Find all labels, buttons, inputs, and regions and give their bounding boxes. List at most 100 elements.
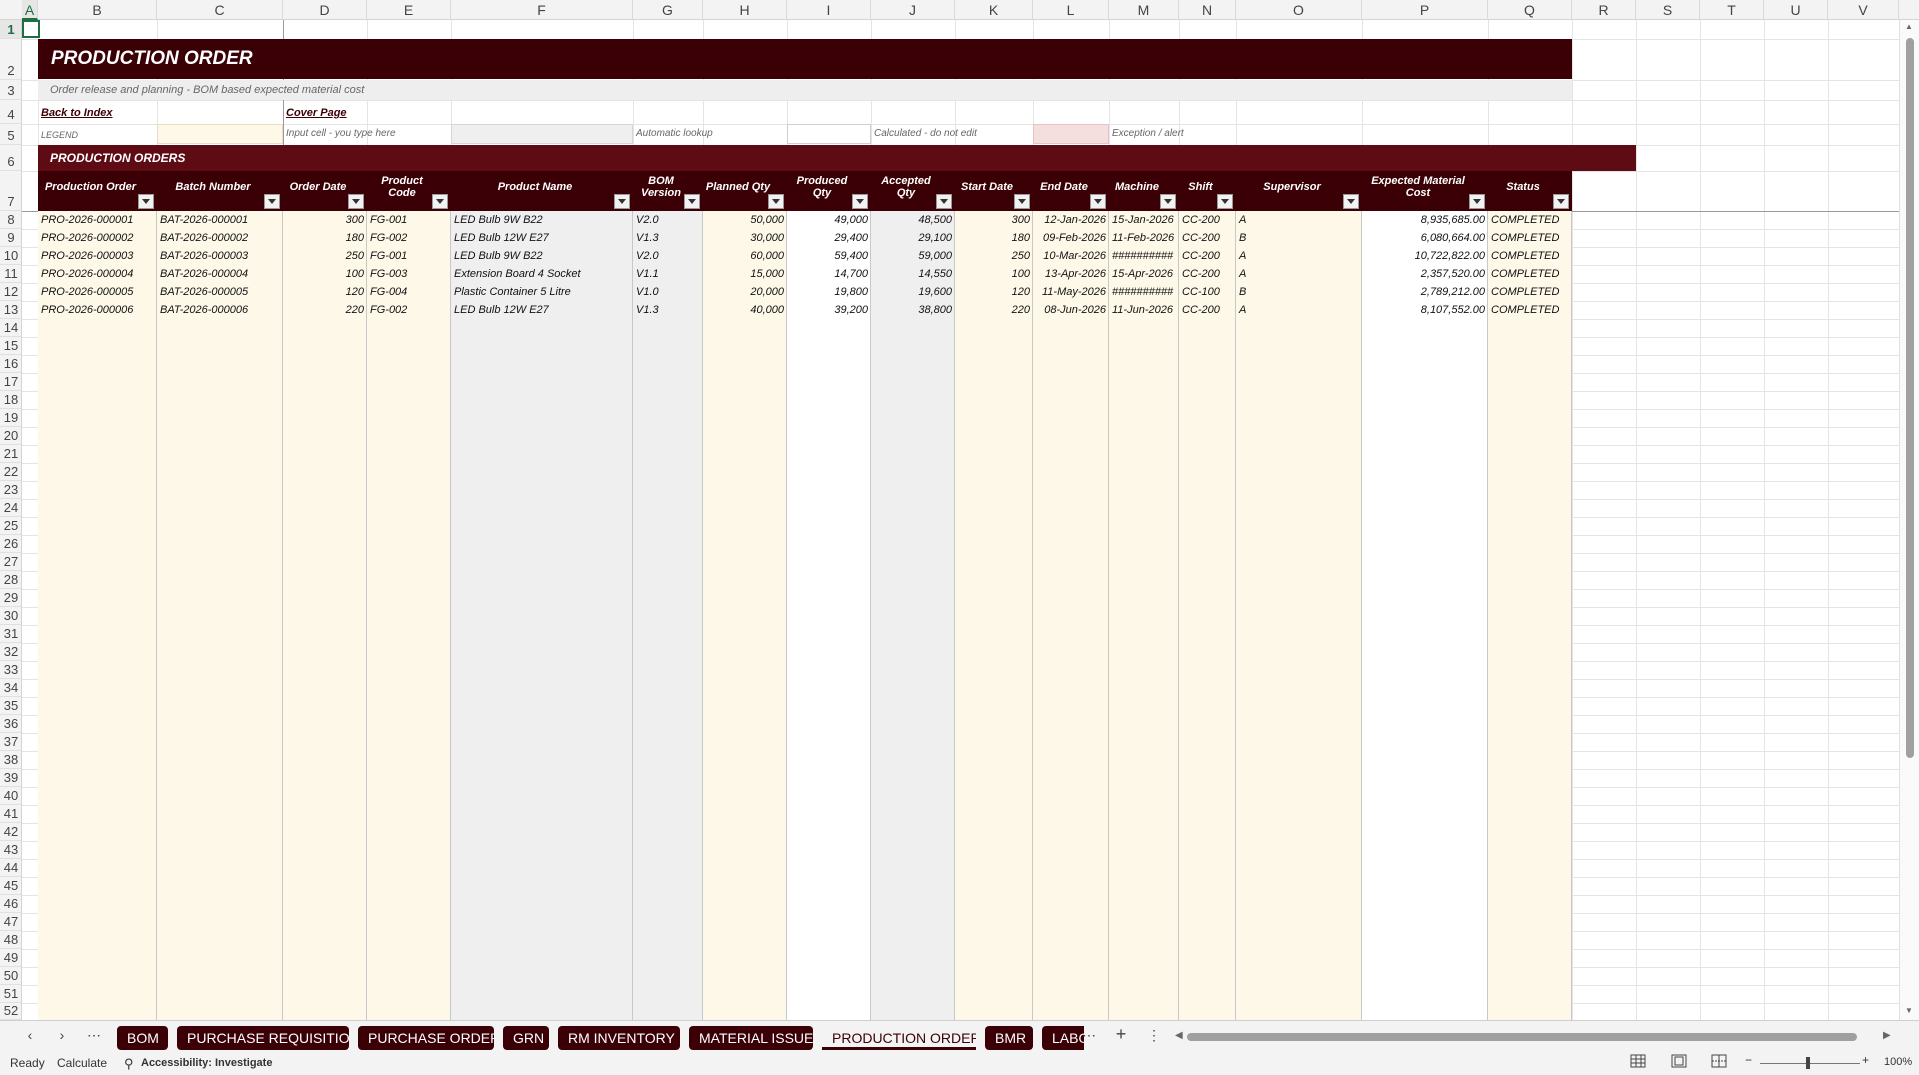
row-header-27[interactable]: 27 <box>0 553 21 571</box>
table-cell[interactable]: FG-001 <box>367 211 451 229</box>
filter-dropdown-icon[interactable] <box>432 194 448 209</box>
table-cell[interactable]: 49,000 <box>787 211 871 229</box>
table-cell[interactable]: ########## <box>1109 247 1179 265</box>
row-header-41[interactable]: 41 <box>0 805 21 823</box>
row-header-49[interactable]: 49 <box>0 949 21 967</box>
column-header-i[interactable]: I <box>787 0 871 20</box>
table-cell[interactable]: BAT-2026-000003 <box>157 247 283 265</box>
table-cell[interactable]: V1.0 <box>633 283 703 301</box>
row-header-10[interactable]: 10 <box>0 247 21 265</box>
table-cell[interactable]: 14,700 <box>787 265 871 283</box>
table-cell[interactable]: 15-Jan-2026 <box>1109 211 1179 229</box>
table-cell[interactable]: 100 <box>283 265 367 283</box>
table-cell[interactable]: 38,800 <box>871 301 955 319</box>
table-cell[interactable]: 11-Jun-2026 <box>1109 301 1179 319</box>
column-header-r[interactable]: R <box>1572 0 1636 20</box>
table-cell[interactable]: COMPLETED <box>1488 283 1572 301</box>
add-sheet-icon[interactable]: + <box>1110 1024 1132 1045</box>
sheet-tab-purchase-requisition[interactable]: PURCHASE REQUISITION <box>177 1026 349 1050</box>
table-cell[interactable]: LED Bulb 12W E27 <box>451 229 633 247</box>
row-header-31[interactable]: 31 <box>0 625 21 643</box>
filter-dropdown-icon[interactable] <box>264 194 280 209</box>
column-header-o[interactable]: O <box>1236 0 1362 20</box>
horizontal-scrollbar[interactable]: ◀ ▶ <box>1175 1027 1895 1047</box>
filter-dropdown-icon[interactable] <box>1217 194 1233 209</box>
sheet-tab-bom[interactable]: BOM <box>117 1026 168 1050</box>
table-cell[interactable]: COMPLETED <box>1488 265 1572 283</box>
table-cell[interactable]: FG-001 <box>367 247 451 265</box>
filter-dropdown-icon[interactable] <box>138 194 154 209</box>
back-to-index-link[interactable]: Back to Index <box>41 107 113 119</box>
filter-dropdown-icon[interactable] <box>1343 194 1359 209</box>
filter-dropdown-icon[interactable] <box>1014 194 1030 209</box>
table-cell[interactable]: 20,000 <box>703 283 787 301</box>
sheet-tab-grn[interactable]: GRN <box>503 1026 549 1050</box>
column-header-l[interactable]: L <box>1033 0 1109 20</box>
filter-dropdown-icon[interactable] <box>1469 194 1485 209</box>
scroll-up-icon[interactable]: ▲ <box>1905 22 1913 31</box>
table-cell[interactable]: 15-Apr-2026 <box>1109 265 1179 283</box>
table-cell[interactable]: A <box>1236 211 1362 229</box>
row-header-48[interactable]: 48 <box>0 931 21 949</box>
row-header-36[interactable]: 36 <box>0 715 21 733</box>
row-header-29[interactable]: 29 <box>0 589 21 607</box>
table-cell[interactable]: 60,000 <box>703 247 787 265</box>
table-cell[interactable]: 50,000 <box>703 211 787 229</box>
column-header-p[interactable]: P <box>1362 0 1488 20</box>
sheet-tab-production-order[interactable]: PRODUCTION ORDER <box>822 1026 976 1050</box>
table-cell[interactable]: 09-Feb-2026 <box>1033 229 1109 247</box>
tab-scroll-left-icon[interactable]: ‹ <box>19 1027 41 1043</box>
column-header-s[interactable]: S <box>1636 0 1700 20</box>
table-row[interactable]: PRO-2026-000002 BAT-2026-000002 180 FG-002 L… <box>38 229 1572 247</box>
column-header-n[interactable]: N <box>1179 0 1236 20</box>
table-cell[interactable]: FG-004 <box>367 283 451 301</box>
table-cell[interactable]: PRO-2026-000001 <box>38 211 157 229</box>
filter-dropdown-icon[interactable] <box>684 194 700 209</box>
row-header-45[interactable]: 45 <box>0 877 21 895</box>
table-cell[interactable]: 12-Jan-2026 <box>1033 211 1109 229</box>
row-header-1[interactable]: 1 <box>0 20 21 39</box>
table-cell[interactable]: BAT-2026-000001 <box>157 211 283 229</box>
row-header-4[interactable]: 4 <box>0 100 21 124</box>
table-cell[interactable]: 220 <box>955 301 1033 319</box>
table-cell[interactable]: V1.1 <box>633 265 703 283</box>
row-header-5[interactable]: 5 <box>0 124 21 145</box>
table-cell[interactable]: 39,200 <box>787 301 871 319</box>
row-header-46[interactable]: 46 <box>0 895 21 913</box>
table-cell[interactable]: 30,000 <box>703 229 787 247</box>
vertical-scroll-thumb[interactable] <box>1906 38 1914 758</box>
column-header-e[interactable]: E <box>367 0 451 20</box>
table-cell[interactable]: 6,080,664.00 <box>1362 229 1488 247</box>
table-cell[interactable]: PRO-2026-000006 <box>38 301 157 319</box>
table-cell[interactable]: 19,800 <box>787 283 871 301</box>
row-header-13[interactable]: 13 <box>0 301 21 319</box>
column-header-b[interactable]: B <box>38 0 157 20</box>
row-header-50[interactable]: 50 <box>0 967 21 985</box>
table-cell[interactable]: BAT-2026-000006 <box>157 301 283 319</box>
column-header-u[interactable]: U <box>1764 0 1828 20</box>
table-cell[interactable]: B <box>1236 229 1362 247</box>
row-header-16[interactable]: 16 <box>0 355 21 373</box>
row-header-37[interactable]: 37 <box>0 733 21 751</box>
column-header-v[interactable]: V <box>1828 0 1899 20</box>
table-cell[interactable]: 59,400 <box>787 247 871 265</box>
table-cell[interactable]: 48,500 <box>871 211 955 229</box>
table-cell[interactable]: CC-100 <box>1179 283 1236 301</box>
zoom-out-icon[interactable]: − <box>1745 1053 1752 1067</box>
table-cell[interactable]: 8,935,685.00 <box>1362 211 1488 229</box>
row-header-47[interactable]: 47 <box>0 913 21 931</box>
table-cell[interactable]: A <box>1236 247 1362 265</box>
table-cell[interactable]: CC-200 <box>1179 229 1236 247</box>
table-cell[interactable]: V1.3 <box>633 301 703 319</box>
column-header-d[interactable]: D <box>283 0 367 20</box>
column-header-g[interactable]: G <box>633 0 703 20</box>
table-cell[interactable]: FG-002 <box>367 229 451 247</box>
table-cell[interactable]: A <box>1236 301 1362 319</box>
table-cell[interactable]: CC-200 <box>1179 211 1236 229</box>
more-tabs-right-icon[interactable]: ⋯ <box>1078 1027 1100 1044</box>
row-header-17[interactable]: 17 <box>0 373 21 391</box>
row-header-7[interactable]: 7 <box>0 171 21 211</box>
table-cell[interactable]: 120 <box>283 283 367 301</box>
table-cell[interactable]: COMPLETED <box>1488 247 1572 265</box>
vertical-scrollbar[interactable]: ▲ ▼ <box>1899 20 1919 1020</box>
